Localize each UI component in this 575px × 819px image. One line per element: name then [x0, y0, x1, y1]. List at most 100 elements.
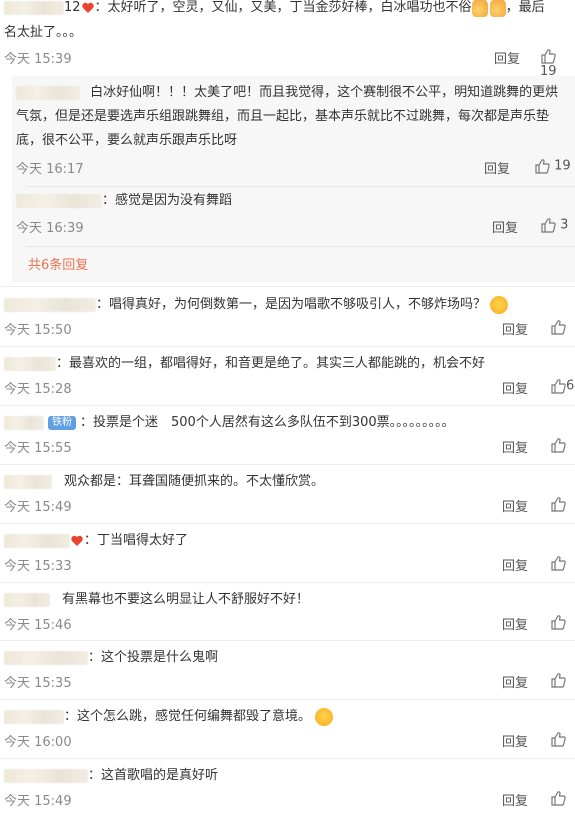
like-button[interactable]: 3 [540, 217, 568, 233]
comment-text: ：丁当唱得太好了 [84, 533, 189, 548]
reply-button[interactable]: 回复 [494, 48, 520, 67]
like-button[interactable] [550, 437, 566, 453]
comment-time: 今天 15:49 [4, 500, 72, 515]
like-count: 3 [560, 217, 569, 233]
thumbs-up-icon [551, 673, 566, 688]
reply-button[interactable]: 回复 [484, 158, 510, 177]
reply-button[interactable]: 回复 [502, 319, 528, 338]
reply-button[interactable]: 回复 [502, 672, 528, 691]
comment-text: ：投票是个迷 500个人居然有这么多队伍不到300票。。。。。。。。。 [80, 415, 455, 430]
comment-text-line: 观众都是：耳聋国随便抓来的。不太懂欣赏。 [4, 471, 575, 493]
reply-meta: 今天 16:39 回复 3 [12, 217, 575, 237]
like-button[interactable]: 6 [550, 378, 574, 394]
reply-text-line: 气氛，但是还是要选声乐组跟跳舞组，而且一起比，基本声乐就比不过跳舞，每次都是声乐… [16, 106, 575, 128]
comment-meta: 今天 15:55 回复 [0, 437, 575, 457]
thumbs-up-icon [551, 556, 566, 571]
heart-badge-icon [70, 534, 84, 548]
reply-text: 底，很不公平，要么就声乐跟声乐比呀 [16, 133, 238, 148]
reply-text: ：感觉是因为没有舞蹈 [102, 193, 233, 208]
thumbs-emoji-icon [489, 0, 506, 17]
comment-time: 今天 15:39 [4, 52, 72, 67]
comment-time: 今天 15:49 [4, 794, 72, 809]
blurred-username[interactable] [4, 474, 52, 489]
blurred-username[interactable] [4, 709, 64, 724]
blurred-username[interactable] [4, 650, 88, 665]
blurred-username[interactable] [4, 415, 44, 430]
comment-text: ：这首歌唱的是真好听 [88, 768, 219, 783]
more-replies-link[interactable]: 共6条回复 [28, 254, 88, 273]
comment-meta: 今天 16:00 回复 [0, 731, 575, 751]
comment-text: ：这个投票是什么鬼啊 [88, 650, 219, 665]
comment-time: 今天 16:00 [4, 735, 72, 750]
reply-time: 今天 16:39 [16, 221, 84, 236]
comment-meta: 今天 15:39 回复 19 [0, 48, 575, 79]
reply-button[interactable]: 回复 [502, 790, 528, 809]
comment-text-line: 名太扯了。。。 [4, 22, 575, 44]
comment-item: ：这个怎么跳，感觉任何编舞都毁了意境。今天 16:00 回复 [0, 704, 575, 760]
like-button[interactable] [550, 496, 566, 512]
reply-button[interactable]: 回复 [502, 614, 528, 633]
username-suffix[interactable]: 12 [64, 0, 81, 15]
reply-button[interactable]: 回复 [492, 217, 518, 236]
comment-text-line: 铁粉 ：投票是个迷 500个人居然有这么多队伍不到300票。。。。。。。。。 [4, 412, 575, 434]
like-button[interactable] [550, 319, 566, 335]
like-button[interactable] [550, 614, 566, 630]
thumbs-up-icon [551, 615, 566, 630]
reply-button[interactable]: 回复 [502, 555, 528, 574]
like-count: 19 [554, 158, 571, 174]
comment-meta: 今天 15:49 回复 [0, 790, 575, 810]
like-button[interactable]: 19 [540, 48, 575, 79]
blurred-username[interactable] [16, 193, 102, 208]
comment-meta: 今天 15:33 回复 [0, 555, 575, 575]
comment-item: ：丁当唱得太好了 今天 15:33 回复 [0, 528, 575, 584]
comment-text-line: ：唱得真好，为何倒数第一，是因为唱歌不够吸引人，不够炸场吗？ [4, 294, 575, 316]
blurred-username[interactable] [16, 85, 80, 100]
like-button[interactable]: 19 [534, 158, 571, 174]
divider [0, 758, 575, 759]
reply-text-line: 白冰好仙啊！！！太美了吧！而且我觉得，这个赛制很不公平，明知道跳舞的更烘 [16, 82, 575, 104]
comment-text-tail: ，最后 [505, 0, 545, 15]
thumbs-up-icon [551, 732, 566, 747]
divider [0, 582, 575, 583]
thumbs-up-icon [535, 159, 550, 174]
reply-button[interactable]: 回复 [502, 731, 528, 750]
comment-time: 今天 15:33 [4, 559, 72, 574]
reply-text-line: 底，很不公平，要么就声乐跟声乐比呀 [16, 130, 575, 152]
divider [0, 523, 575, 524]
comment-text: 有黑幕也不要这么明显让人不舒服好不好！ [62, 592, 310, 607]
thumbs-up-icon [551, 497, 566, 512]
divider [26, 246, 575, 247]
comment-text: ：这个怎么跳，感觉任何编舞都毁了意境。 [64, 709, 312, 724]
like-button[interactable] [550, 731, 566, 747]
reply-button[interactable]: 回复 [502, 437, 528, 456]
emoji-face-icon [490, 295, 509, 314]
reply-button[interactable]: 回复 [502, 496, 528, 515]
like-button[interactable] [550, 555, 566, 571]
fan-badge: 铁粉 [48, 415, 76, 430]
like-button[interactable] [550, 790, 566, 806]
comment-text-line: ：丁当唱得太好了 [4, 530, 575, 552]
comment-text: 名太扯了。。。 [4, 25, 83, 40]
comment-text-line: ：这个投票是什么鬼啊 [4, 647, 575, 669]
thumbs-up-icon [541, 218, 556, 233]
blurred-username[interactable] [4, 297, 96, 312]
comment-item: 有黑幕也不要这么明显让人不舒服好不好！ 今天 15:46 回复 [0, 587, 575, 643]
divider [0, 286, 575, 287]
thumbs-up-icon [541, 49, 556, 64]
like-button[interactable] [550, 672, 566, 688]
blurred-username[interactable] [4, 768, 88, 783]
divider [0, 699, 575, 700]
blurred-username[interactable] [4, 533, 70, 548]
blurred-username[interactable] [4, 356, 56, 371]
comment-text-line: 12 ：太好听了，空灵，又仙，又美，丁当金莎好棒，白冰唱功也不俗 ，最后 [4, 0, 575, 19]
comment-text: ：太好听了，空灵，又仙，又美，丁当金莎好棒，白冰唱功也不俗 [94, 0, 472, 15]
reply-button[interactable]: 回复 [502, 378, 528, 397]
comment-meta: 今天 15:46 回复 [0, 614, 575, 634]
divider [26, 186, 575, 187]
divider [0, 346, 575, 347]
blurred-username[interactable] [4, 592, 50, 607]
reply-time: 今天 16:17 [16, 162, 84, 177]
reply-text: 气氛，但是还是要选声乐组跟跳舞组，而且一起比，基本声乐就比不过跳舞，每次都是声乐… [16, 109, 550, 124]
reply-text: 白冰好仙啊！！！太美了吧！而且我觉得，这个赛制很不公平，明知道跳舞的更烘 [90, 85, 559, 100]
blurred-username[interactable] [4, 0, 64, 15]
